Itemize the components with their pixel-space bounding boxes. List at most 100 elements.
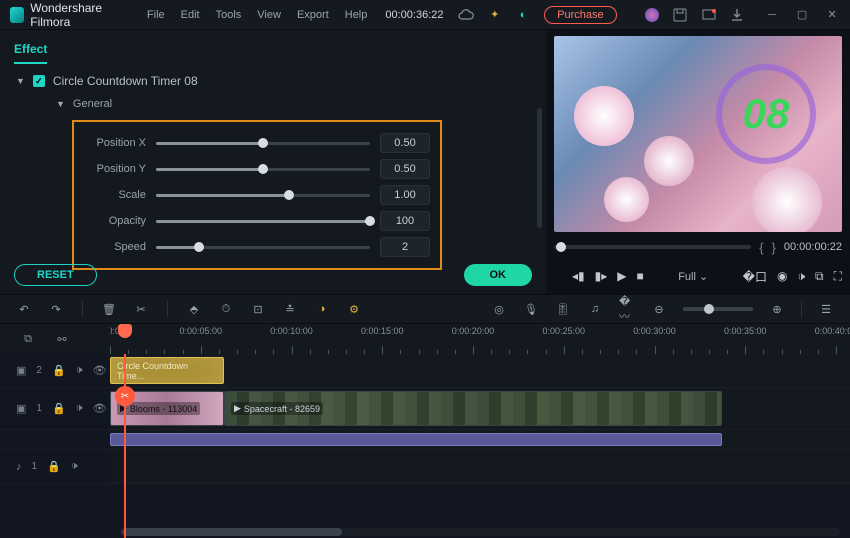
value-speed[interactable]: 2 xyxy=(380,237,430,257)
split-icon[interactable]: ✂ xyxy=(133,301,149,317)
param-position-x: Position X 0.50 xyxy=(74,130,430,156)
step-back-icon[interactable]: ▮▸ xyxy=(595,269,608,283)
video-track-icon: ▣ xyxy=(16,402,26,415)
popout-icon[interactable]: ⧉ xyxy=(815,269,824,284)
overlap-icon[interactable]: ⧉ xyxy=(20,331,36,347)
section-general[interactable]: ▼ General xyxy=(56,98,530,110)
mute-icon[interactable]: 🕩 xyxy=(71,460,78,473)
countdown-overlay: 08 xyxy=(716,64,816,164)
ok-button[interactable]: OK xyxy=(464,264,533,286)
tag-icon[interactable]: ⬘ xyxy=(186,301,202,317)
music-icon[interactable]: ♫ xyxy=(587,301,603,317)
snapshot-icon[interactable]: ◉ xyxy=(777,269,787,283)
menu-file[interactable]: File xyxy=(147,9,165,21)
menu-edit[interactable]: Edit xyxy=(181,9,200,21)
eye-icon[interactable]: 👁 xyxy=(93,364,107,377)
timeline-h-scroll[interactable] xyxy=(0,526,850,538)
app-name: Wondershare Filmora xyxy=(30,1,133,29)
color-icon[interactable]: ◑ xyxy=(314,301,330,317)
link-icon[interactable]: ⚯ xyxy=(54,331,70,347)
track-effect-row: ▣ 2 🔒 🕩 👁 Circle Countdown Time... xyxy=(0,354,850,388)
lock-icon[interactable]: 🔒 xyxy=(47,460,61,473)
mute-icon[interactable]: 🕩 xyxy=(76,402,83,415)
delete-icon[interactable]: 🗑 xyxy=(101,301,117,317)
preview-viewport[interactable]: 08 xyxy=(554,36,842,232)
value-opacity[interactable]: 100 xyxy=(380,211,430,231)
menu-help[interactable]: Help xyxy=(345,9,368,21)
stop-icon[interactable]: ■ xyxy=(637,269,644,283)
lock-icon[interactable]: 🔒 xyxy=(52,364,66,377)
volume-icon[interactable]: 🕩 xyxy=(797,269,805,284)
timeline-toolbar: ↶ ↷ 🗑 ✂ ⬘ ⏱ ⊡ ≛ ◑ ⚙ ◎ 🎙 🎚 ♫ �〰 ⊖ ⊕ ☰ xyxy=(0,294,850,324)
slider-position-y[interactable] xyxy=(156,168,370,171)
save-icon[interactable] xyxy=(673,7,687,23)
profile-icon[interactable] xyxy=(645,7,659,23)
quality-select[interactable]: Full ⌄ xyxy=(678,270,708,283)
purchase-button[interactable]: Purchase xyxy=(544,6,616,24)
minimize-icon[interactable]: ─ xyxy=(764,7,780,23)
clip-effect[interactable]: Circle Countdown Time... xyxy=(110,357,224,384)
download-icon[interactable] xyxy=(730,7,744,23)
keyframe-icon[interactable]: ⚙ xyxy=(346,301,362,317)
slider-position-x[interactable] xyxy=(156,142,370,145)
params-highlight: Position X 0.50 Position Y 0.50 Scale 1.… xyxy=(72,120,442,270)
tracks-menu-icon[interactable]: ☰ xyxy=(818,301,834,317)
param-scale: Scale 1.00 xyxy=(74,182,430,208)
slider-scale[interactable] xyxy=(156,194,370,197)
playhead-head-icon[interactable] xyxy=(118,324,132,338)
redo-icon[interactable]: ↷ xyxy=(48,301,64,317)
slider-opacity[interactable] xyxy=(156,220,370,223)
track-audio-row: ♪ 1 🔒 🕩 xyxy=(0,450,850,484)
display-icon[interactable]: �口 xyxy=(743,268,767,285)
slider-speed[interactable] xyxy=(156,246,370,249)
effect-enabled-checkbox[interactable]: ✓ xyxy=(33,75,45,87)
param-position-y: Position Y 0.50 xyxy=(74,156,430,182)
maximize-icon[interactable]: ▢ xyxy=(794,7,810,23)
effect-title-row[interactable]: ▼ ✓ Circle Countdown Timer 08 xyxy=(16,74,530,88)
marker2-icon[interactable]: ◎ xyxy=(491,301,507,317)
value-position-x[interactable]: 0.50 xyxy=(380,133,430,153)
mute-icon[interactable]: 🕩 xyxy=(76,364,83,377)
value-position-y[interactable]: 0.50 xyxy=(380,159,430,179)
panel-scrollbar[interactable] xyxy=(537,108,542,228)
menu-export[interactable]: Export xyxy=(297,9,329,21)
zoom-out-icon[interactable]: ⊖ xyxy=(651,301,667,317)
close-icon[interactable]: ✕ xyxy=(824,7,840,23)
zoom-in-icon[interactable]: ⊕ xyxy=(769,301,785,317)
fullscreen-icon[interactable]: ⛶ xyxy=(834,269,842,284)
play-icon[interactable]: ▶ xyxy=(617,269,626,283)
value-scale[interactable]: 1.00 xyxy=(380,185,430,205)
speed-icon[interactable]: ⏱ xyxy=(218,301,234,317)
timeline-ruler[interactable]: 0:00:000:00:05:000:00:10:000:00:15:000:0… xyxy=(110,324,850,354)
adjust-icon[interactable]: ≛ xyxy=(282,301,298,317)
reset-button[interactable]: RESET xyxy=(14,264,97,286)
cloud-icon[interactable] xyxy=(458,7,474,23)
mark-out-icon[interactable]: } xyxy=(772,240,776,255)
fit-icon[interactable]: �〰 xyxy=(619,301,635,317)
lock-icon[interactable]: 🔒 xyxy=(52,402,66,415)
eye-icon[interactable]: 👁 xyxy=(93,402,107,415)
mic-icon[interactable]: 🎙 xyxy=(523,301,539,317)
mixer-icon[interactable]: 🎚 xyxy=(555,301,571,317)
timeline-tracks: ✂ ▣ 2 🔒 🕩 👁 Circle Countdown Time... ▣ 1… xyxy=(0,354,850,538)
main-menu: File Edit Tools View Export Help xyxy=(147,9,367,21)
menu-tools[interactable]: Tools xyxy=(216,9,242,21)
message-icon[interactable] xyxy=(701,7,715,23)
menu-view[interactable]: View xyxy=(257,9,281,21)
audio-track-icon: ♪ xyxy=(16,461,22,473)
playhead[interactable]: ✂ xyxy=(124,354,126,538)
zoom-slider[interactable] xyxy=(683,307,753,311)
prev-frame-icon[interactable]: ◂▮ xyxy=(572,269,585,283)
tips-icon[interactable]: ✦ xyxy=(488,7,502,23)
support-icon[interactable]: ◐ xyxy=(516,7,530,23)
clip-audio-link[interactable] xyxy=(110,433,722,446)
crop-icon[interactable]: ⊡ xyxy=(250,301,266,317)
clip-spacecraft[interactable]: ▶Spacecraft - 82659 xyxy=(224,391,722,426)
scissors-icon[interactable]: ✂ xyxy=(115,386,135,406)
undo-icon[interactable]: ↶ xyxy=(16,301,32,317)
effect-name: Circle Countdown Timer 08 xyxy=(53,74,198,88)
app-logo: Wondershare Filmora xyxy=(10,1,133,29)
preview-scrubber[interactable] xyxy=(554,245,751,249)
tab-effect[interactable]: Effect xyxy=(14,42,47,64)
mark-in-icon[interactable]: { xyxy=(759,240,763,255)
